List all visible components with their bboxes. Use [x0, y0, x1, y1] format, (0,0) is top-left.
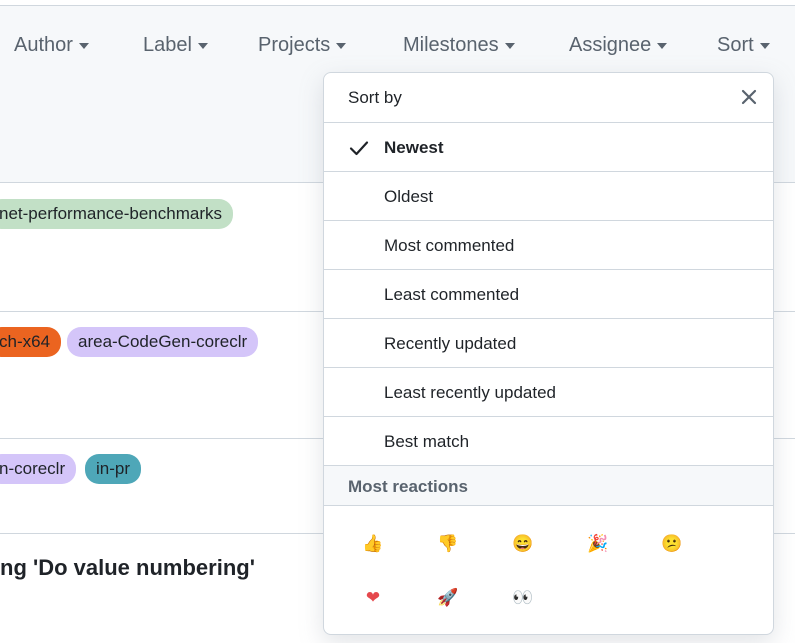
sort-option-label: Newest: [384, 138, 444, 157]
chevron-down-icon: [657, 42, 668, 49]
milestones-filter[interactable]: Milestones: [403, 34, 515, 57]
sort-option-recently-updated[interactable]: Recently updated: [324, 319, 773, 368]
author-filter[interactable]: Author: [14, 34, 89, 57]
sort-option-label: Oldest: [384, 187, 434, 206]
sort-option-label: Least commented: [384, 285, 520, 304]
reactions-grid: 👍 👎 😄 🎉 😕 ❤ 🚀 👀: [324, 506, 773, 634]
sort-dropdown-title: Sort by: [348, 88, 402, 107]
issue-label[interactable]: in-pr: [85, 454, 142, 484]
chevron-down-icon: [78, 42, 89, 49]
chevron-down-icon: [504, 42, 515, 49]
laugh-icon[interactable]: 😄: [503, 524, 543, 564]
sort-option-least-commented[interactable]: Least commented: [324, 270, 773, 319]
sort-option-newest[interactable]: Newest: [324, 123, 773, 172]
sort-filter-label: Sort: [717, 34, 754, 56]
sort-option-most-commented[interactable]: Most commented: [324, 221, 773, 270]
issue-label[interactable]: ch-x64: [0, 327, 62, 357]
chevron-down-icon: [336, 42, 347, 49]
rocket-icon[interactable]: 🚀: [428, 578, 468, 618]
sort-option-label: Best match: [384, 432, 470, 451]
chevron-down-icon: [197, 42, 208, 49]
sort-dropdown-header: Sort by: [324, 73, 773, 123]
chevron-down-icon: [759, 42, 770, 49]
issue-label[interactable]: area-CodeGen-coreclr: [67, 327, 259, 357]
label-filter-label: Label: [143, 34, 192, 56]
sort-option-label: Most commented: [384, 236, 515, 255]
sort-option-best-match[interactable]: Best match: [324, 417, 773, 466]
check-icon: [349, 141, 369, 156]
issue-label[interactable]: n-coreclr: [0, 454, 77, 484]
assignee-filter-label: Assignee: [569, 34, 652, 56]
projects-filter-label: Projects: [258, 34, 331, 56]
label-filter[interactable]: Label: [143, 34, 208, 57]
sort-filter[interactable]: Sort: [717, 34, 770, 57]
reactions-section-header: Most reactions: [324, 466, 773, 506]
milestones-filter-label: Milestones: [403, 34, 499, 56]
sort-dropdown: Sort by Newest Oldest Most commented Lea…: [323, 72, 774, 635]
sort-option-oldest[interactable]: Oldest: [324, 172, 773, 221]
sort-option-label: Recently updated: [384, 334, 517, 353]
author-filter-label: Author: [14, 34, 73, 56]
thumbs-down-icon[interactable]: 👎: [428, 524, 468, 564]
assignee-filter[interactable]: Assignee: [569, 34, 668, 57]
hooray-icon[interactable]: 🎉: [578, 524, 618, 564]
reactions-section-title: Most reactions: [348, 477, 468, 496]
issue-label[interactable]: net-performance-benchmarks: [0, 199, 233, 229]
sort-option-label: Least recently updated: [384, 383, 557, 402]
close-icon[interactable]: [739, 87, 759, 107]
sort-option-least-recently-updated[interactable]: Least recently updated: [324, 368, 773, 417]
heart-icon[interactable]: ❤: [353, 578, 393, 618]
thumbs-up-icon[interactable]: 👍: [353, 524, 393, 564]
confused-icon[interactable]: 😕: [652, 524, 692, 564]
projects-filter[interactable]: Projects: [258, 34, 347, 57]
issue-title[interactable]: ng 'Do value numbering': [0, 555, 255, 581]
eyes-icon[interactable]: 👀: [503, 578, 543, 618]
